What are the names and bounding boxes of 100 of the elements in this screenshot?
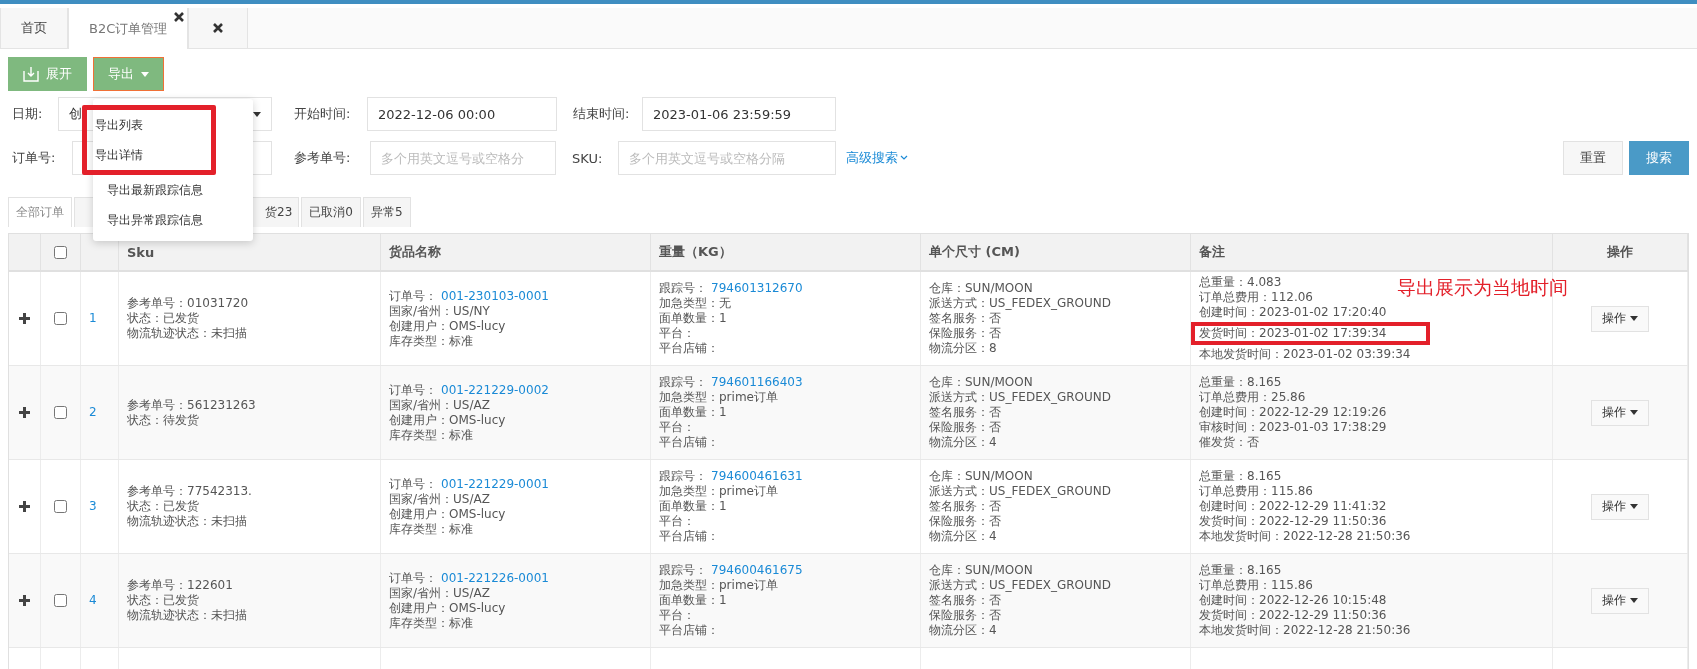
- detail-link[interactable]: 794600461631: [711, 469, 803, 484]
- field-text: 国家/省州：US/AZ: [389, 585, 490, 601]
- caret-icon: [1630, 410, 1638, 415]
- field-text: 物流分区：4: [929, 435, 997, 450]
- status-tab[interactable]: 异常5: [362, 197, 411, 227]
- row-checkbox[interactable]: [54, 406, 67, 419]
- field-label: 跟踪号：: [659, 563, 707, 578]
- field-label: 订单号：: [389, 382, 437, 398]
- plus-icon[interactable]: [19, 501, 30, 512]
- advanced-search-link[interactable]: 高级搜索: [846, 149, 908, 167]
- note-text: 总重量：4.083: [1199, 275, 1282, 290]
- field-text: 加急类型：prime订单: [659, 484, 778, 499]
- note-text: 发货时间：2022-12-29 11:50:36: [1199, 608, 1387, 623]
- field-text: 物流分区：4: [929, 623, 997, 638]
- note-text: 创建时间：2023-01-02 17:20:40: [1199, 305, 1387, 320]
- annotation-text: 导出展示为当地时间: [1397, 280, 1568, 295]
- menu-item[interactable]: 导出详情: [93, 140, 211, 170]
- menu-item[interactable]: 导出最新跟踪信息: [93, 175, 253, 205]
- menu-item[interactable]: 导出异常跟踪信息: [93, 205, 253, 235]
- sku-field[interactable]: 多个用英文逗号或空格分隔: [618, 141, 836, 175]
- close-icon[interactable]: [213, 23, 224, 33]
- note-text: 创建时间：2022-12-29 12:19:26: [1199, 405, 1387, 420]
- field-text: 平台店铺：: [659, 623, 719, 638]
- note-text: 发货时间：2022-12-29 11:50:36: [1199, 514, 1387, 529]
- field-text: 创建用户：OMS-lucy: [389, 600, 506, 616]
- action-button[interactable]: 操作: [1591, 399, 1649, 426]
- field-label: 订单号：: [389, 288, 437, 304]
- close-icon[interactable]: [174, 12, 185, 22]
- detail-link[interactable]: 794601166403: [711, 375, 803, 390]
- detail-link[interactable]: 794601312670: [711, 281, 803, 296]
- field-text: 仓库：SUN/MOON: [929, 375, 1033, 390]
- start-time-field[interactable]: 2022-12-06 00:00: [367, 97, 557, 131]
- field-text: 派送方式：US_FEDEX_GROUND: [929, 296, 1111, 311]
- field-text: 面单数量：1: [659, 593, 727, 608]
- sku-label: SKU:: [572, 150, 604, 166]
- detail-link[interactable]: 001-221229-0001: [441, 476, 549, 492]
- field-text: 状态：已发货: [127, 311, 199, 326]
- detail-link[interactable]: 001-221229-0002: [441, 382, 549, 398]
- field-label: 订单号：: [389, 476, 437, 492]
- row-checkbox[interactable]: [54, 500, 67, 513]
- field-text: 物流分区：8: [929, 341, 997, 356]
- note-text: 总重量：8.165: [1199, 469, 1282, 484]
- field-text: 仓库：SUN/MOON: [929, 469, 1033, 484]
- order-label: 订单号:: [12, 149, 57, 167]
- field-text: 状态：已发货: [127, 593, 199, 608]
- field-text: 库存类型：标准: [389, 427, 473, 443]
- field-text: 派送方式：US_FEDEX_GROUND: [929, 578, 1111, 593]
- status-tab[interactable]: 全部订单: [8, 197, 72, 227]
- status-tab[interactable]: 已取消0: [301, 197, 361, 227]
- row-checkbox[interactable]: [54, 312, 67, 325]
- ref-field[interactable]: 多个用英文逗号或空格分: [370, 141, 556, 175]
- column-header: 货品名称: [381, 234, 651, 270]
- caret-icon: [1630, 598, 1638, 603]
- plus-icon[interactable]: [19, 407, 30, 418]
- date-label: 日期:: [12, 105, 44, 123]
- action-button[interactable]: 操作: [1591, 305, 1649, 332]
- field-text: 状态：待发货: [127, 412, 199, 428]
- column-header: 操作: [1553, 234, 1688, 270]
- detail-link[interactable]: 001-221226-0001: [441, 570, 549, 586]
- column-header: 重量（KG）: [651, 234, 921, 270]
- start-label: 开始时间:: [294, 105, 352, 123]
- row-number: 4: [89, 593, 97, 608]
- plus-icon[interactable]: [19, 595, 30, 606]
- field-text: 参考单号：77542313.: [127, 484, 252, 499]
- field-text: 物流轨迹状态：未扫描: [127, 326, 247, 341]
- action-button[interactable]: 操作: [1591, 493, 1649, 520]
- field-text: 面单数量：1: [659, 405, 727, 420]
- plus-icon[interactable]: [19, 313, 30, 324]
- date-select[interactable]: 创: [69, 105, 82, 123]
- end-time-field[interactable]: 2023-01-06 23:59:59: [642, 97, 836, 131]
- detail-link[interactable]: 001-230103-0001: [441, 288, 549, 304]
- download-icon: [23, 66, 39, 82]
- note-text: 订单总费用：112.06: [1199, 290, 1313, 305]
- note-text: 总重量：8.165: [1199, 563, 1282, 578]
- field-text: 平台店铺：: [659, 341, 719, 356]
- menu-item[interactable]: 导出列表: [93, 110, 211, 140]
- note-text: 审核时间：2023-01-03 17:38:29: [1199, 420, 1387, 435]
- field-text: 国家/省州：US/AZ: [389, 491, 490, 507]
- field-text: 签名服务：否: [929, 405, 1001, 420]
- note-text: 催发货：否: [1199, 435, 1259, 450]
- field-label: 跟踪号：: [659, 375, 707, 390]
- caret-icon: [1630, 316, 1638, 321]
- page-tab[interactable]: 首页: [0, 8, 68, 48]
- ref-label: 参考单号:: [294, 149, 352, 167]
- row-number: 1: [89, 311, 97, 326]
- note-text: 订单总费用：25.86: [1199, 390, 1306, 405]
- field-text: 保险服务：否: [929, 608, 1001, 623]
- field-text: 平台店铺：: [659, 529, 719, 544]
- detail-link[interactable]: 794600461675: [711, 563, 803, 578]
- row-number: 2: [89, 405, 97, 420]
- row-checkbox[interactable]: [54, 594, 67, 607]
- select-all-checkbox[interactable]: [54, 245, 67, 259]
- action-button[interactable]: 操作: [1591, 587, 1649, 614]
- field-text: 物流轨迹状态：未扫描: [127, 514, 247, 529]
- reset-button[interactable]: 重置: [1563, 141, 1623, 175]
- field-text: 创建用户：OMS-lucy: [389, 318, 506, 334]
- page-tab[interactable]: B2C订单管理: [68, 8, 189, 49]
- field-text: 国家/省州：US/NY: [389, 303, 490, 319]
- field-text: 平台：: [659, 420, 695, 435]
- field-text: 物流分区：4: [929, 529, 997, 544]
